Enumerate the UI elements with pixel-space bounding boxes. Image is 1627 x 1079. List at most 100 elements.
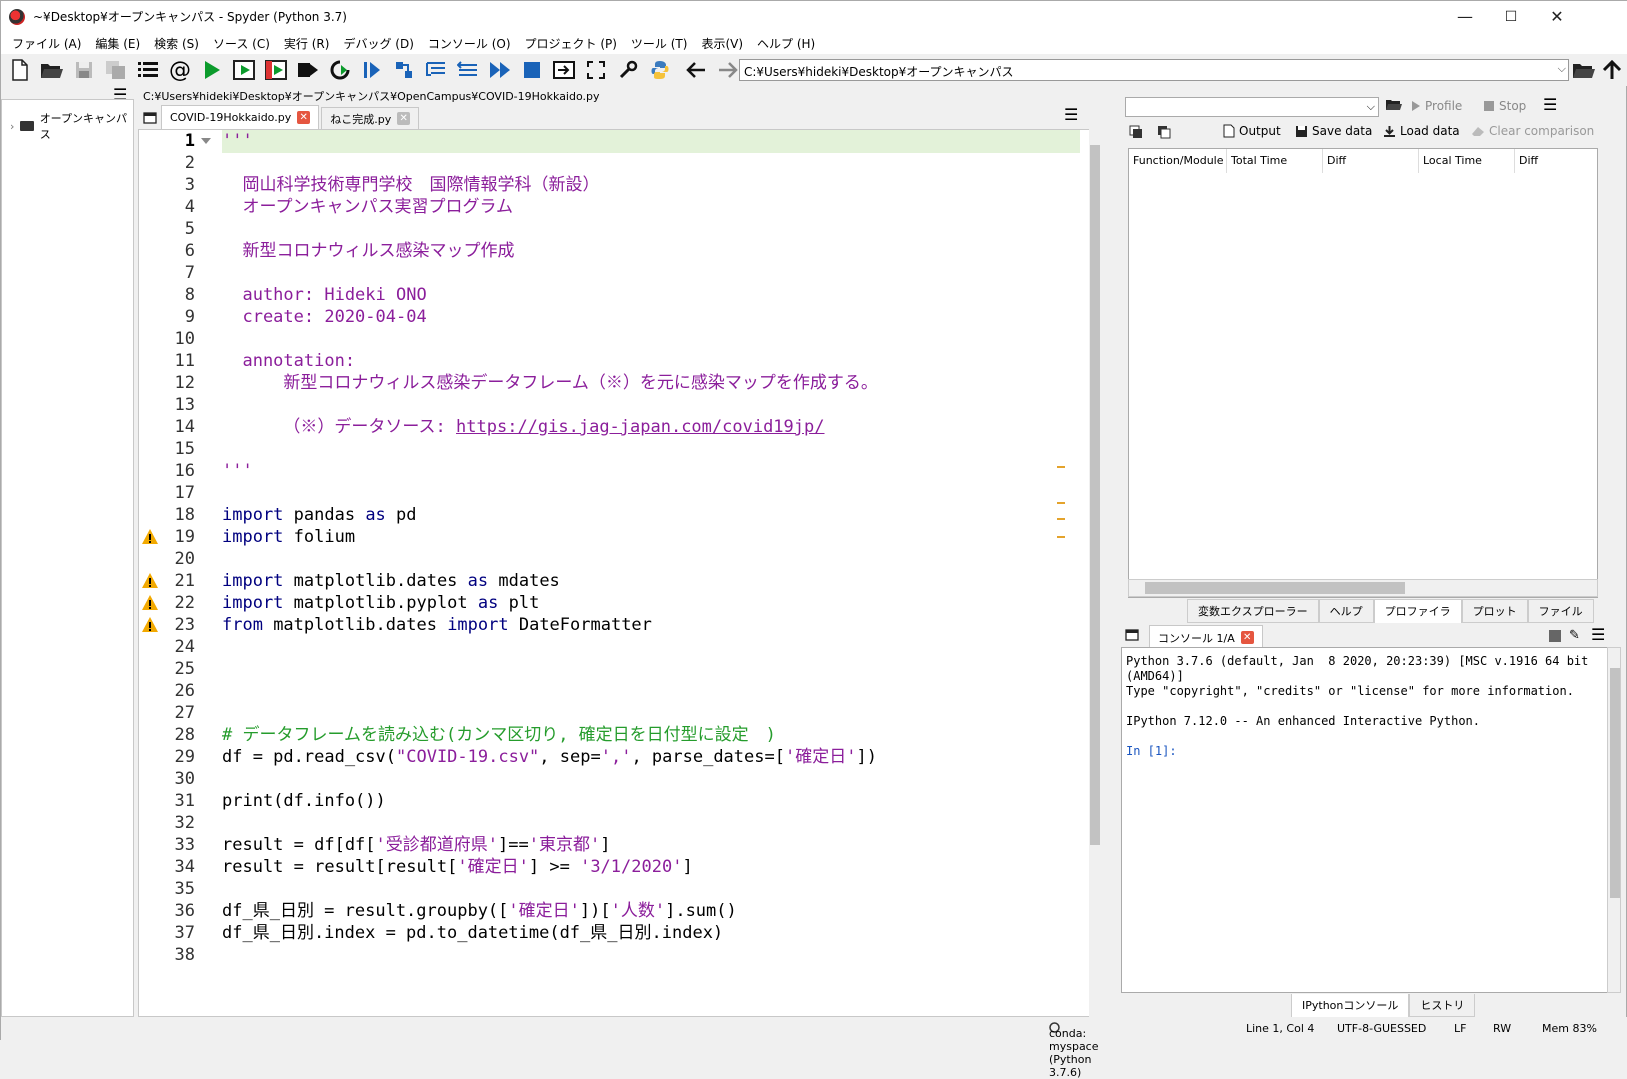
column-header[interactable]: Diff <box>1515 149 1595 173</box>
tab-covid19hokkaido[interactable]: COVID-19Hokkaido.py ✕ <box>161 105 320 129</box>
run-cell-icon[interactable] <box>231 57 257 83</box>
menu-view[interactable]: 表示(V) <box>694 35 750 52</box>
preferences-icon[interactable] <box>615 57 641 83</box>
browse-tabs-icon[interactable] <box>139 107 161 129</box>
chevron-down-icon[interactable]: ⌵ <box>1558 62 1566 76</box>
run-cell-advance-icon[interactable] <box>263 57 289 83</box>
expand-icon[interactable] <box>1157 125 1171 139</box>
tab-ipython-console[interactable]: IPythonコンソール <box>1291 994 1410 1017</box>
close-tab-icon[interactable]: ✕ <box>1240 631 1254 644</box>
debug-icon[interactable] <box>359 57 385 83</box>
tab-plots[interactable]: プロット <box>1461 599 1528 623</box>
console-vertical-scrollbar[interactable] <box>1607 647 1621 993</box>
column-header[interactable]: Local Time <box>1419 149 1515 173</box>
line-number: 26 <box>174 681 195 701</box>
tab-profiler[interactable]: プロファイラ <box>1373 599 1462 623</box>
url-link[interactable]: https://gis.jag-japan.com/covid19jp/ <box>456 417 824 437</box>
warning-icon[interactable] <box>141 528 159 546</box>
run-selection-icon[interactable] <box>295 57 321 83</box>
scrollbar-thumb[interactable] <box>1145 582 1405 594</box>
maximize-button[interactable]: ☐ <box>1488 1 1534 32</box>
close-button[interactable]: ✕ <box>1534 1 1580 32</box>
profile-button[interactable]: Profile <box>1411 99 1462 113</box>
save-file-icon[interactable] <box>71 57 97 83</box>
output-button-label: Output <box>1239 124 1281 138</box>
parent-directory-icon[interactable] <box>1599 57 1625 83</box>
menu-file[interactable]: ファイル (A) <box>5 35 88 52</box>
tab-files[interactable]: ファイル <box>1527 599 1594 623</box>
menu-run[interactable]: 実行 (R) <box>277 35 337 52</box>
tab-help[interactable]: ヘルプ <box>1318 599 1374 623</box>
menu-consoles[interactable]: コンソール (O) <box>421 35 518 52</box>
tab-console-1a[interactable]: コンソール 1/A ✕ <box>1149 625 1263 649</box>
minimize-button[interactable]: — <box>1442 1 1488 32</box>
close-tab-icon[interactable]: ✕ <box>397 112 411 125</box>
open-file-icon[interactable] <box>39 57 65 83</box>
column-header[interactable]: Total Time <box>1227 149 1323 173</box>
scrollbar-thumb[interactable] <box>1610 668 1620 898</box>
tab-history[interactable]: ヒストリ <box>1409 994 1476 1017</box>
menu-search[interactable]: 検索 (S) <box>147 35 206 52</box>
editor-options-menu-icon[interactable]: ☰ <box>1064 107 1078 123</box>
working-directory-input[interactable]: C:¥Users¥hideki¥Desktop¥オープンキャンパス ⌵ <box>739 59 1569 81</box>
ipython-console[interactable]: Python 3.7.6 (default, Jan 8 2020, 20:23… <box>1121 647 1608 993</box>
python-path-icon[interactable] <box>647 57 673 83</box>
profiler-options-menu-icon[interactable]: ☰ <box>1543 97 1557 113</box>
run-icon[interactable] <box>199 57 225 83</box>
clear-console-icon[interactable]: ✎ <box>1569 628 1580 643</box>
collapse-icon[interactable] <box>1129 125 1143 139</box>
stop-debug-icon[interactable] <box>519 57 545 83</box>
back-arrow-icon[interactable] <box>683 57 709 83</box>
menu-help[interactable]: ヘルプ (H) <box>750 35 822 52</box>
profiler-horizontal-scrollbar[interactable] <box>1128 579 1598 597</box>
chevron-down-icon[interactable]: ⌵ <box>1367 100 1375 114</box>
tree-item-root[interactable]: › オープンキャンパス <box>10 110 133 142</box>
tab-neko[interactable]: ねこ完成.py ✕ <box>321 107 420 129</box>
close-tab-icon[interactable]: ✕ <box>297 111 311 124</box>
line-number: 29 <box>174 747 195 767</box>
stop-button[interactable]: Stop <box>1483 99 1526 113</box>
rerun-icon[interactable] <box>327 57 353 83</box>
editor-vertical-scrollbar[interactable] <box>1089 129 1100 1017</box>
save-all-icon[interactable] <box>103 57 129 83</box>
clear-comparison-button[interactable]: Clear comparison <box>1471 124 1594 138</box>
maximize-pane-icon[interactable] <box>551 57 577 83</box>
list-icon[interactable] <box>135 57 161 83</box>
column-header[interactable]: Diff <box>1323 149 1419 173</box>
stop-console-icon[interactable] <box>1549 630 1561 642</box>
code-line-29: df = pd.read_csv("COVID-19.csv", sep=','… <box>222 746 877 769</box>
fullscreen-icon[interactable] <box>583 57 609 83</box>
column-header[interactable]: Function/Module <box>1129 149 1227 173</box>
step-return-icon[interactable] <box>455 57 481 83</box>
menu-tools[interactable]: ツール (T) <box>624 35 695 52</box>
code-token: matplotlib.pyplot <box>283 593 478 613</box>
new-file-icon[interactable] <box>7 57 33 83</box>
save-data-button[interactable]: Save data <box>1295 124 1372 138</box>
profiler-file-combo[interactable]: ⌵ <box>1125 97 1379 117</box>
browse-tabs-icon[interactable] <box>1125 629 1139 644</box>
code-editor[interactable]: 1 2 3 4 5 6 7 8 9 10 11 12 13 14 15 16 17 18 19 20 21 22 23 24 2… <box>138 129 1099 1017</box>
menu-debug[interactable]: デバッグ (D) <box>336 35 420 52</box>
menu-source[interactable]: ソース (C) <box>206 35 277 52</box>
warning-icon[interactable] <box>141 572 159 590</box>
continue-icon[interactable] <box>487 57 513 83</box>
chevron-right-icon[interactable]: › <box>10 120 14 133</box>
at-icon[interactable]: @ <box>167 57 193 83</box>
output-button[interactable]: Output <box>1223 124 1281 138</box>
menu-edit[interactable]: 編集 (E) <box>88 35 147 52</box>
step-into-icon[interactable] <box>423 57 449 83</box>
browse-folder-icon[interactable] <box>1571 57 1597 83</box>
code-area[interactable]: ''' 岡山科学技術専門学校 国際情報学科（新設） オープンキャンパス実習プログ… <box>222 130 1082 1016</box>
load-data-button[interactable]: Load data <box>1383 124 1460 138</box>
warning-icon[interactable] <box>141 594 159 612</box>
console-options-menu-icon[interactable]: ☰ <box>1591 627 1605 643</box>
fold-arrow-icon[interactable] <box>201 138 211 144</box>
warning-icon[interactable] <box>141 616 159 634</box>
console-prompt[interactable]: In [1]: <box>1126 744 1177 758</box>
step-icon[interactable] <box>391 57 417 83</box>
open-file-icon[interactable] <box>1385 97 1403 111</box>
forward-arrow-icon[interactable] <box>715 57 741 83</box>
scrollbar-thumb[interactable] <box>1090 145 1100 845</box>
menu-projects[interactable]: プロジェクト (P) <box>518 35 624 52</box>
tab-variable-explorer[interactable]: 変数エクスプローラー <box>1187 599 1319 623</box>
